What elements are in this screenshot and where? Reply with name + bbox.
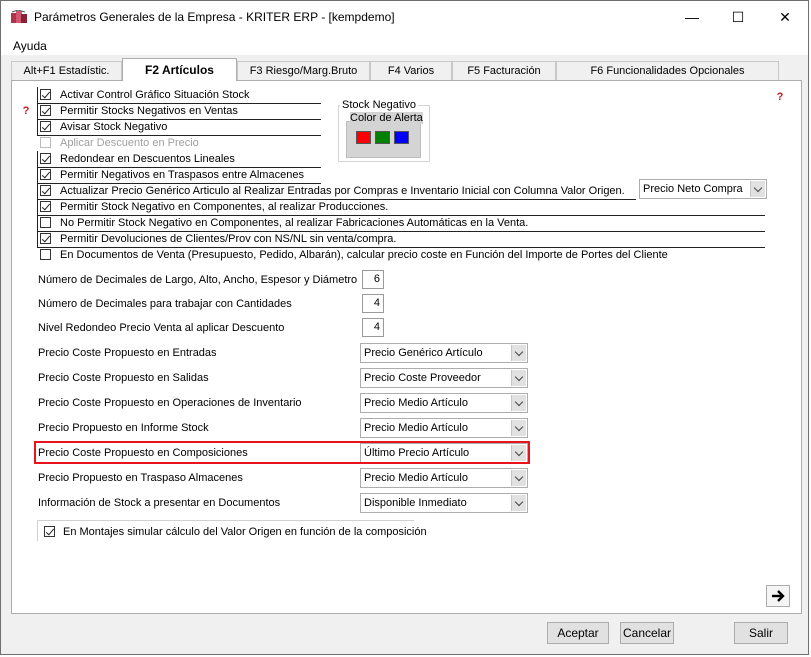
next-arrow-button[interactable] <box>766 585 790 607</box>
checkbox[interactable] <box>40 249 51 260</box>
chevron-down-icon[interactable] <box>511 495 526 511</box>
info-stock-documentos-label: Información de Stock a presentar en Docu… <box>38 497 281 509</box>
checkbox <box>40 137 51 148</box>
row-underline <box>37 199 765 216</box>
help-icon[interactable]: ? <box>19 105 33 117</box>
decimales-cantidades-label: Número de Decimales para trabajar con Ca… <box>38 298 292 310</box>
decimales-largo-field[interactable]: 6 <box>362 270 384 289</box>
chevron-down-icon[interactable] <box>511 420 526 436</box>
nivel-redondeo-field[interactable]: 4 <box>362 318 384 337</box>
tab-estadistic[interactable]: Alt+F1 Estadístic. <box>11 61 122 80</box>
informe-stock-combo[interactable]: Precio Medio Artículo <box>360 418 528 438</box>
combo-value: Disponible Inmediato <box>364 497 467 509</box>
coste-inventario-combo[interactable]: Precio Medio Artículo <box>360 393 528 413</box>
parametros-window: Parámetros Generales de la Empresa - KRI… <box>0 0 809 655</box>
tab-varios[interactable]: F4 Varios <box>370 61 452 80</box>
row-underline <box>37 183 636 200</box>
aceptar-button[interactable]: Aceptar <box>547 622 609 644</box>
cb-label: Aplicar Descuento en Precio <box>60 137 199 149</box>
title-bar: Parámetros Generales de la Empresa - KRI… <box>1 1 808 33</box>
combo-value: Precio Medio Artículo <box>364 397 468 409</box>
chevron-down-icon[interactable] <box>511 470 526 486</box>
combo-value: Precio Medio Artículo <box>364 472 468 484</box>
row-underline <box>37 215 765 232</box>
decimales-largo-label: Número de Decimales de Largo, Alto, Anch… <box>38 274 358 286</box>
menu-ayuda[interactable]: Ayuda <box>13 39 47 53</box>
maximize-button[interactable]: ☐ <box>715 1 761 33</box>
highlight-box <box>34 441 530 464</box>
chevron-down-icon[interactable] <box>750 181 765 197</box>
window-title: Parámetros Generales de la Empresa - KRI… <box>34 10 395 24</box>
combo-value: Precio Coste Proveedor <box>364 372 481 384</box>
decimales-cantidades-field[interactable]: 4 <box>362 294 384 313</box>
color-alerta-label: Color de Alerta <box>350 112 423 124</box>
tab-facturacion[interactable]: F5 Facturación <box>452 61 556 80</box>
coste-salidas-combo[interactable]: Precio Coste Proveedor <box>360 368 528 388</box>
combo-value: Precio Neto Compra <box>643 183 743 195</box>
color-green-swatch[interactable] <box>375 131 390 144</box>
coste-entradas-label: Precio Coste Propuesto en Entradas <box>38 347 217 359</box>
precio-neto-combo[interactable]: Precio Neto Compra <box>639 179 767 199</box>
cb-documentos-venta[interactable]: En Documentos de Venta (Presupuesto, Ped… <box>40 248 760 263</box>
row-underline <box>37 87 321 104</box>
menu-bar: Ayuda <box>1 33 808 55</box>
salir-button[interactable]: Salir <box>734 622 788 644</box>
cb-label: En Documentos de Venta (Presupuesto, Ped… <box>60 249 668 261</box>
chevron-down-icon[interactable] <box>511 395 526 411</box>
checkbox[interactable] <box>44 526 55 537</box>
row-underline <box>37 151 321 168</box>
help-icon-right[interactable]: ? <box>773 91 787 103</box>
tab-riesgo[interactable]: F3 Riesgo/Marg.Bruto <box>237 61 370 80</box>
cb-aplicar-descuento: Aplicar Descuento en Precio <box>40 136 320 151</box>
minimize-button[interactable]: — <box>669 1 715 33</box>
color-red-swatch[interactable] <box>356 131 371 144</box>
traspaso-almacenes-combo[interactable]: Precio Medio Artículo <box>360 468 528 488</box>
traspaso-almacenes-label: Precio Propuesto en Traspaso Almacenes <box>38 472 243 484</box>
combo-value: Precio Medio Artículo <box>364 422 468 434</box>
row-underline <box>37 231 765 248</box>
row-underline <box>37 119 321 136</box>
tab-articulos[interactable]: F2 Artículos <box>122 58 237 81</box>
color-blue-swatch[interactable] <box>394 131 409 144</box>
info-stock-documentos-combo[interactable]: Disponible Inmediato <box>360 493 528 513</box>
tab-funcionalidades[interactable]: F6 Funcionalidades Opcionales <box>556 61 779 80</box>
coste-entradas-combo[interactable]: Precio Genérico Artículo <box>360 343 528 363</box>
kriter-app-icon <box>11 10 27 23</box>
row-underline <box>37 167 321 184</box>
coste-inventario-label: Precio Coste Propuesto en Operaciones de… <box>38 397 302 409</box>
cb-label: En Montajes simular cálculo del Valor Or… <box>63 526 427 538</box>
nivel-redondeo-label: Nivel Redondeo Precio Venta al aplicar D… <box>38 322 285 334</box>
cb-montajes[interactable]: En Montajes simular cálculo del Valor Or… <box>44 525 427 540</box>
arrow-right-icon <box>772 590 785 602</box>
combo-value: Precio Genérico Artículo <box>364 347 483 359</box>
cancelar-button[interactable]: Cancelar <box>620 622 674 644</box>
informe-stock-label: Precio Propuesto en Informe Stock <box>38 422 209 434</box>
tab-strip: Alt+F1 Estadístic. F2 Artículos F3 Riesg… <box>11 58 801 81</box>
chevron-down-icon[interactable] <box>511 345 526 361</box>
chevron-down-icon[interactable] <box>511 370 526 386</box>
close-button[interactable]: ✕ <box>762 1 808 33</box>
stock-negativo-title: Stock Negativo <box>340 99 418 111</box>
row-underline <box>37 103 321 120</box>
coste-salidas-label: Precio Coste Propuesto en Salidas <box>38 372 209 384</box>
